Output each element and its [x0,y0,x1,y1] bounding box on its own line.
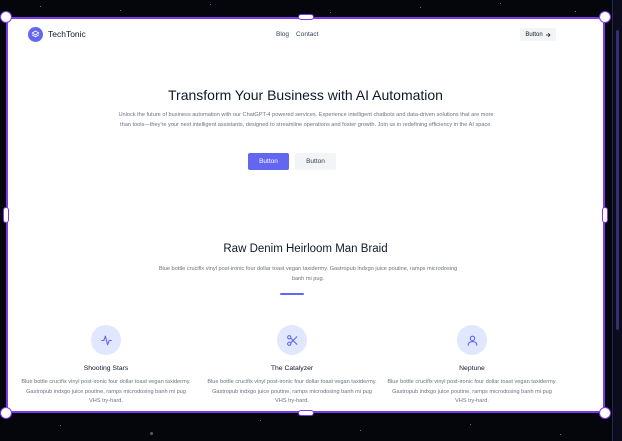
card-title: Shooting Stars [83,365,129,372]
card-title: The Catalyzer [270,365,314,372]
nav-button-label: Button [525,31,543,38]
user-icon [457,325,487,355]
hero-description: Unlock the future of business automation… [118,112,494,128]
resize-handle-top-right[interactable] [599,11,611,23]
primary-button[interactable]: Button [248,153,289,170]
scrollbar-thumb[interactable] [616,30,619,330]
nav-button[interactable]: Button [520,28,556,41]
features-title: Raw Denim Heirloom Man Braid [223,243,388,255]
arrow-right-icon [545,32,551,37]
features-description: Blue bottle crucifix vinyl post-ironic f… [158,266,458,282]
navbar: TechTonic Blog Contact Button [8,19,603,51]
resize-handle-top[interactable] [298,14,314,20]
resize-handle-right[interactable] [602,207,608,223]
resize-handle-top-left[interactable] [0,11,12,23]
resize-handle-bottom[interactable] [298,410,314,416]
brand-name[interactable]: TechTonic [48,29,86,39]
card-text: Blue bottle crucifix vinyl post-ironic f… [21,379,191,405]
resize-handle-left[interactable] [3,207,9,223]
card-text: Blue bottle crucifix vinyl post-ironic f… [207,379,377,405]
feature-card-catalyzer: The Catalyzer Blue bottle crucifix vinyl… [207,325,377,407]
hero-title: Transform Your Business with AI Automati… [168,87,443,103]
scissors-icon [277,325,307,355]
feature-card-shooting-stars: Shooting Stars Blue bottle crucifix viny… [21,325,191,407]
layers-icon[interactable] [28,27,43,42]
resize-handle-bottom-left[interactable] [0,407,12,419]
secondary-button[interactable]: Button [295,153,336,170]
card-title: Neptune [459,365,485,372]
nav-links: Blog Contact [276,31,318,38]
activity-icon [91,325,121,355]
right-scrollbar[interactable] [612,0,622,441]
section-divider [280,293,304,295]
preview-frame: TechTonic Blog Contact Button Transform … [6,17,605,413]
resize-handle-bottom-right[interactable] [599,407,611,419]
nav-link-blog[interactable]: Blog [276,31,289,38]
feature-card-neptune: Neptune Blue bottle crucifix vinyl post-… [387,325,557,407]
card-text: Blue bottle crucifix vinyl post-ironic f… [387,379,557,405]
nav-link-contact[interactable]: Contact [296,31,318,38]
